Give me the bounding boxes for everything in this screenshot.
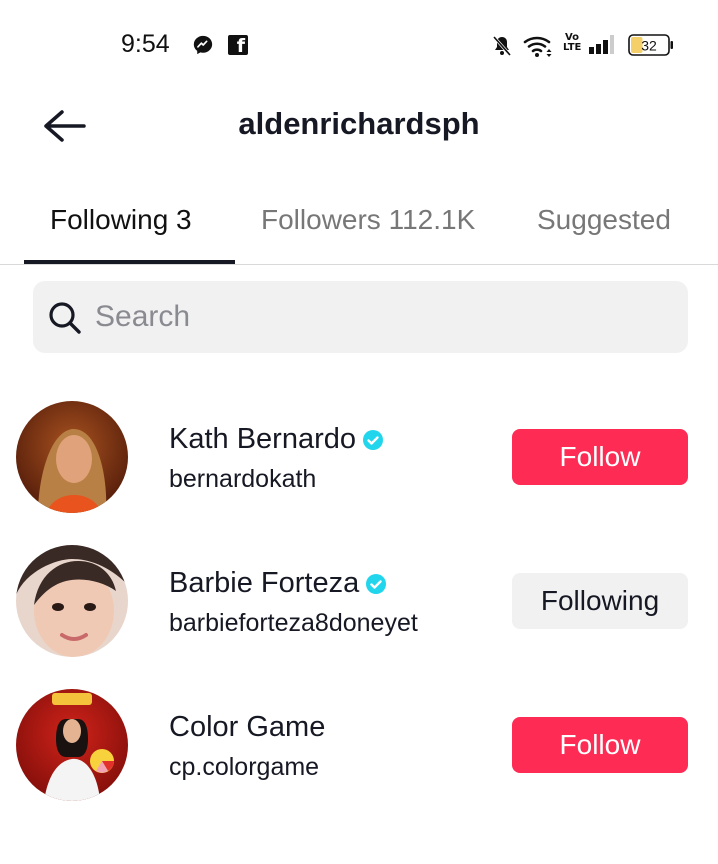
tab-following[interactable]: Following 3 (50, 204, 192, 236)
user-handle: barbieforteza8doneyet (169, 609, 418, 637)
user-name: Kath Bernardo (169, 423, 384, 456)
user-name: Barbie Forteza (169, 567, 387, 600)
status-bar: 9:54 f Vo LTE 32 (0, 0, 718, 90)
battery-level: 32 (641, 38, 657, 54)
signal-icon (589, 35, 614, 54)
user-handle: cp.colorgame (169, 753, 320, 781)
follow-button[interactable]: Follow (512, 429, 688, 485)
wifi-icon (523, 36, 552, 57)
page-title: aldenrichardsph (238, 106, 480, 141)
tab-suggested[interactable]: Suggested (537, 204, 671, 236)
avatar[interactable] (16, 545, 128, 657)
active-tab-indicator (24, 260, 235, 264)
avatar[interactable] (16, 689, 128, 801)
follow-button[interactable]: Follow (512, 717, 688, 773)
avatar[interactable] (16, 401, 128, 513)
user-row[interactable]: Kath Bernardo bernardokath Follow (0, 401, 718, 545)
tab-followers[interactable]: Followers 112.1K (261, 204, 475, 236)
following-button[interactable]: Following (512, 573, 688, 629)
messenger-icon (193, 35, 213, 55)
status-time: 9:54 (121, 30, 170, 58)
facebook-icon: f (228, 35, 248, 57)
user-row[interactable]: Barbie Forteza barbieforteza8doneyet Fol… (0, 545, 718, 689)
bell-muted-icon (492, 36, 512, 56)
user-handle: bernardokath (169, 465, 317, 493)
tab-bar: Following 3 Followers 112.1K Suggested (0, 186, 718, 265)
verified-badge-icon (363, 429, 384, 450)
search-bar (33, 281, 688, 353)
header: aldenrichardsph (0, 90, 718, 170)
battery-icon: 32 (628, 34, 673, 56)
volte-icon: Vo LTE (563, 32, 582, 53)
search-input[interactable] (95, 281, 655, 353)
user-row[interactable]: Color Game cp.colorgame Follow (0, 689, 718, 833)
verified-badge-icon (366, 573, 387, 594)
search-icon (49, 302, 81, 334)
user-name: Color Game (169, 711, 326, 743)
